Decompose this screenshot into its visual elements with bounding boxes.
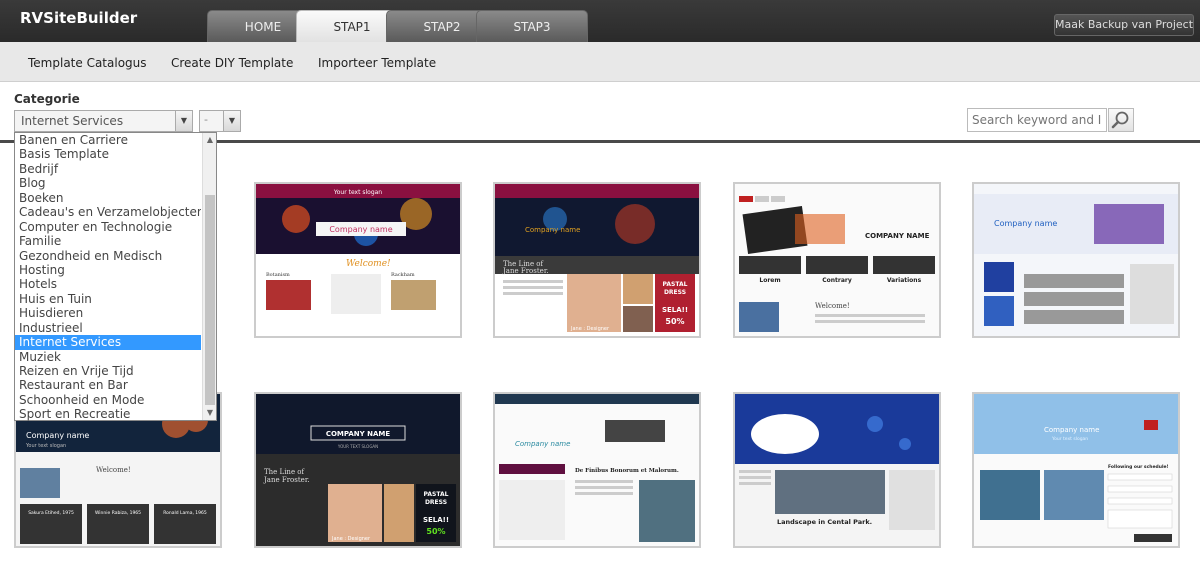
template-col1: Botanism bbox=[266, 272, 290, 278]
category-select-value: Internet Services bbox=[21, 114, 124, 128]
template-box3: Ronald Lama, 1965 bbox=[163, 510, 207, 516]
category-option[interactable]: Banen en Carriere bbox=[15, 133, 201, 147]
category-dropdown-list[interactable]: Banen en Carriere Basis Template Bedrijf… bbox=[14, 132, 217, 421]
chevron-down-icon[interactable]: ▼ bbox=[204, 407, 216, 419]
category-option[interactable]: Hosting bbox=[15, 263, 201, 277]
backup-button[interactable]: Maak Backup van Project bbox=[1054, 14, 1194, 36]
chevron-down-icon[interactable]: ▼ bbox=[175, 111, 192, 131]
sub-navigation: Template Catalogus Create DIY Template I… bbox=[0, 42, 1200, 82]
template-headline1: The Line of bbox=[264, 468, 306, 476]
template-col1: Lorem bbox=[759, 277, 780, 284]
subnav-importeer-template[interactable]: Importeer Template bbox=[318, 56, 436, 70]
search-input[interactable] bbox=[967, 108, 1107, 132]
template-company: Company name bbox=[329, 225, 392, 234]
template-company: COMPANY NAME bbox=[326, 430, 391, 438]
search-button[interactable] bbox=[1108, 108, 1134, 132]
template-col2: Contrary bbox=[822, 277, 852, 284]
template-thumbnail-7[interactable]: Company name De Finibus Bonorum et Malor… bbox=[493, 392, 701, 548]
template-thumbnail-9[interactable]: Company name Your text slogan Following … bbox=[972, 392, 1180, 548]
template-caption: Landscape in Cental Park. bbox=[777, 518, 872, 526]
category-option[interactable]: Hotels bbox=[15, 277, 201, 291]
template-welcome: Welcome! bbox=[96, 466, 131, 474]
subnav-create-diy-template[interactable]: Create DIY Template bbox=[171, 56, 293, 70]
category-option[interactable]: Gezondheid en Medisch bbox=[15, 249, 201, 263]
template-headline2: Jane Froster. bbox=[263, 476, 310, 484]
category-option[interactable]: Boeken bbox=[15, 191, 201, 205]
category-option[interactable]: Schoonheid en Mode bbox=[15, 393, 201, 407]
template-company: COMPANY NAME bbox=[865, 232, 930, 240]
category-option[interactable]: Cadeau's en Verzamelobjecten bbox=[15, 205, 201, 219]
template-thumbnail-6[interactable]: COMPANY NAME YOUR TEXT SLOGAN The Line o… bbox=[254, 392, 462, 548]
category-option[interactable]: Familie bbox=[15, 234, 201, 248]
top-bar: RVSiteBuilder HOME STAP1 STAP2 STAP3 Maa… bbox=[0, 0, 1200, 42]
subnav-template-catalogus[interactable]: Template Catalogus bbox=[28, 56, 147, 70]
category-option[interactable]: Bedrijf bbox=[15, 162, 201, 176]
template-caption: Jane : Designer bbox=[331, 536, 371, 542]
template-promo2: DRESS bbox=[425, 499, 447, 506]
template-heading: De Finibus Bonorum et Malorum. bbox=[575, 468, 679, 474]
chevron-up-icon[interactable]: ▲ bbox=[204, 134, 216, 146]
template-col3: Variations bbox=[887, 277, 922, 284]
template-promo3: SELA!! bbox=[662, 306, 688, 314]
template-col2: Rackham bbox=[391, 272, 415, 278]
template-promo1: PASTAL bbox=[424, 491, 449, 498]
subcategory-select-value: - bbox=[204, 113, 208, 126]
category-select[interactable]: Internet Services ▼ bbox=[14, 110, 193, 132]
template-caption: Jane : Designer bbox=[570, 326, 610, 332]
template-company: Company name bbox=[26, 431, 89, 440]
template-company: Company name bbox=[994, 219, 1057, 228]
template-thumbnail-4[interactable]: Company name bbox=[972, 182, 1180, 338]
template-promo2: DRESS bbox=[664, 289, 686, 296]
category-option[interactable]: Computer en Technologie bbox=[15, 220, 201, 234]
template-thumbnail-2[interactable]: Company name The Line of Jane Froster. P… bbox=[493, 182, 701, 338]
template-slogan: Your text slogan bbox=[1051, 436, 1088, 442]
category-label: Categorie bbox=[14, 92, 80, 106]
template-thumbnail-3[interactable]: COMPANY NAME Lorem Contrary Variations W… bbox=[733, 182, 941, 338]
brand-logo: RVSiteBuilder bbox=[20, 9, 138, 27]
template-slogan: Your text slogan bbox=[25, 443, 66, 449]
tab-stap3[interactable]: STAP3 bbox=[476, 10, 588, 42]
template-promo1: PASTAL bbox=[663, 281, 688, 288]
template-box1: Sakura Etihed, 1975 bbox=[28, 510, 74, 516]
category-option[interactable]: Reizen en Vrije Tijd bbox=[15, 364, 201, 378]
category-option[interactable]: Industrieel bbox=[15, 321, 201, 335]
template-thumbnail-8[interactable]: Landscape in Cental Park. bbox=[733, 392, 941, 548]
template-company: Company name bbox=[525, 226, 580, 234]
template-promo4: 50% bbox=[665, 317, 684, 326]
template-box2: Winnie Rabiza, 1965 bbox=[95, 510, 141, 516]
category-option[interactable]: Sport en Recreatie bbox=[15, 407, 201, 421]
template-slogan: Your text slogan bbox=[333, 189, 382, 196]
category-option[interactable]: Huis en Tuin bbox=[15, 292, 201, 306]
category-option[interactable]: Blog bbox=[15, 176, 201, 190]
scrollbar-thumb[interactable] bbox=[205, 195, 215, 405]
dropdown-scrollbar[interactable]: ▲ ▼ bbox=[202, 133, 216, 420]
template-headline2: Jane Froster. bbox=[502, 267, 549, 275]
template-heading: Following our schedule! bbox=[1108, 464, 1169, 470]
subcategory-select[interactable]: - ▼ bbox=[199, 110, 241, 132]
template-welcome: Welcome! bbox=[346, 259, 391, 269]
template-company: Company name bbox=[515, 440, 570, 448]
template-promo3: SELA!! bbox=[423, 516, 449, 524]
template-company: Company name bbox=[1044, 426, 1099, 434]
template-slogan: YOUR TEXT SLOGAN bbox=[337, 444, 378, 449]
template-thumbnail-1[interactable]: Your text slogan Company name Welcome! B… bbox=[254, 182, 462, 338]
category-option-selected[interactable]: Internet Services bbox=[15, 335, 201, 350]
search-icon bbox=[1111, 111, 1129, 129]
category-option[interactable]: Huisdieren bbox=[15, 306, 201, 320]
category-option[interactable]: Basis Template bbox=[15, 147, 201, 161]
category-option[interactable]: Restaurant en Bar bbox=[15, 378, 201, 392]
template-welcome: Welcome! bbox=[815, 302, 850, 310]
category-option[interactable]: Muziek bbox=[15, 350, 201, 364]
template-promo4: 50% bbox=[426, 527, 445, 536]
chevron-down-icon[interactable]: ▼ bbox=[223, 111, 240, 131]
